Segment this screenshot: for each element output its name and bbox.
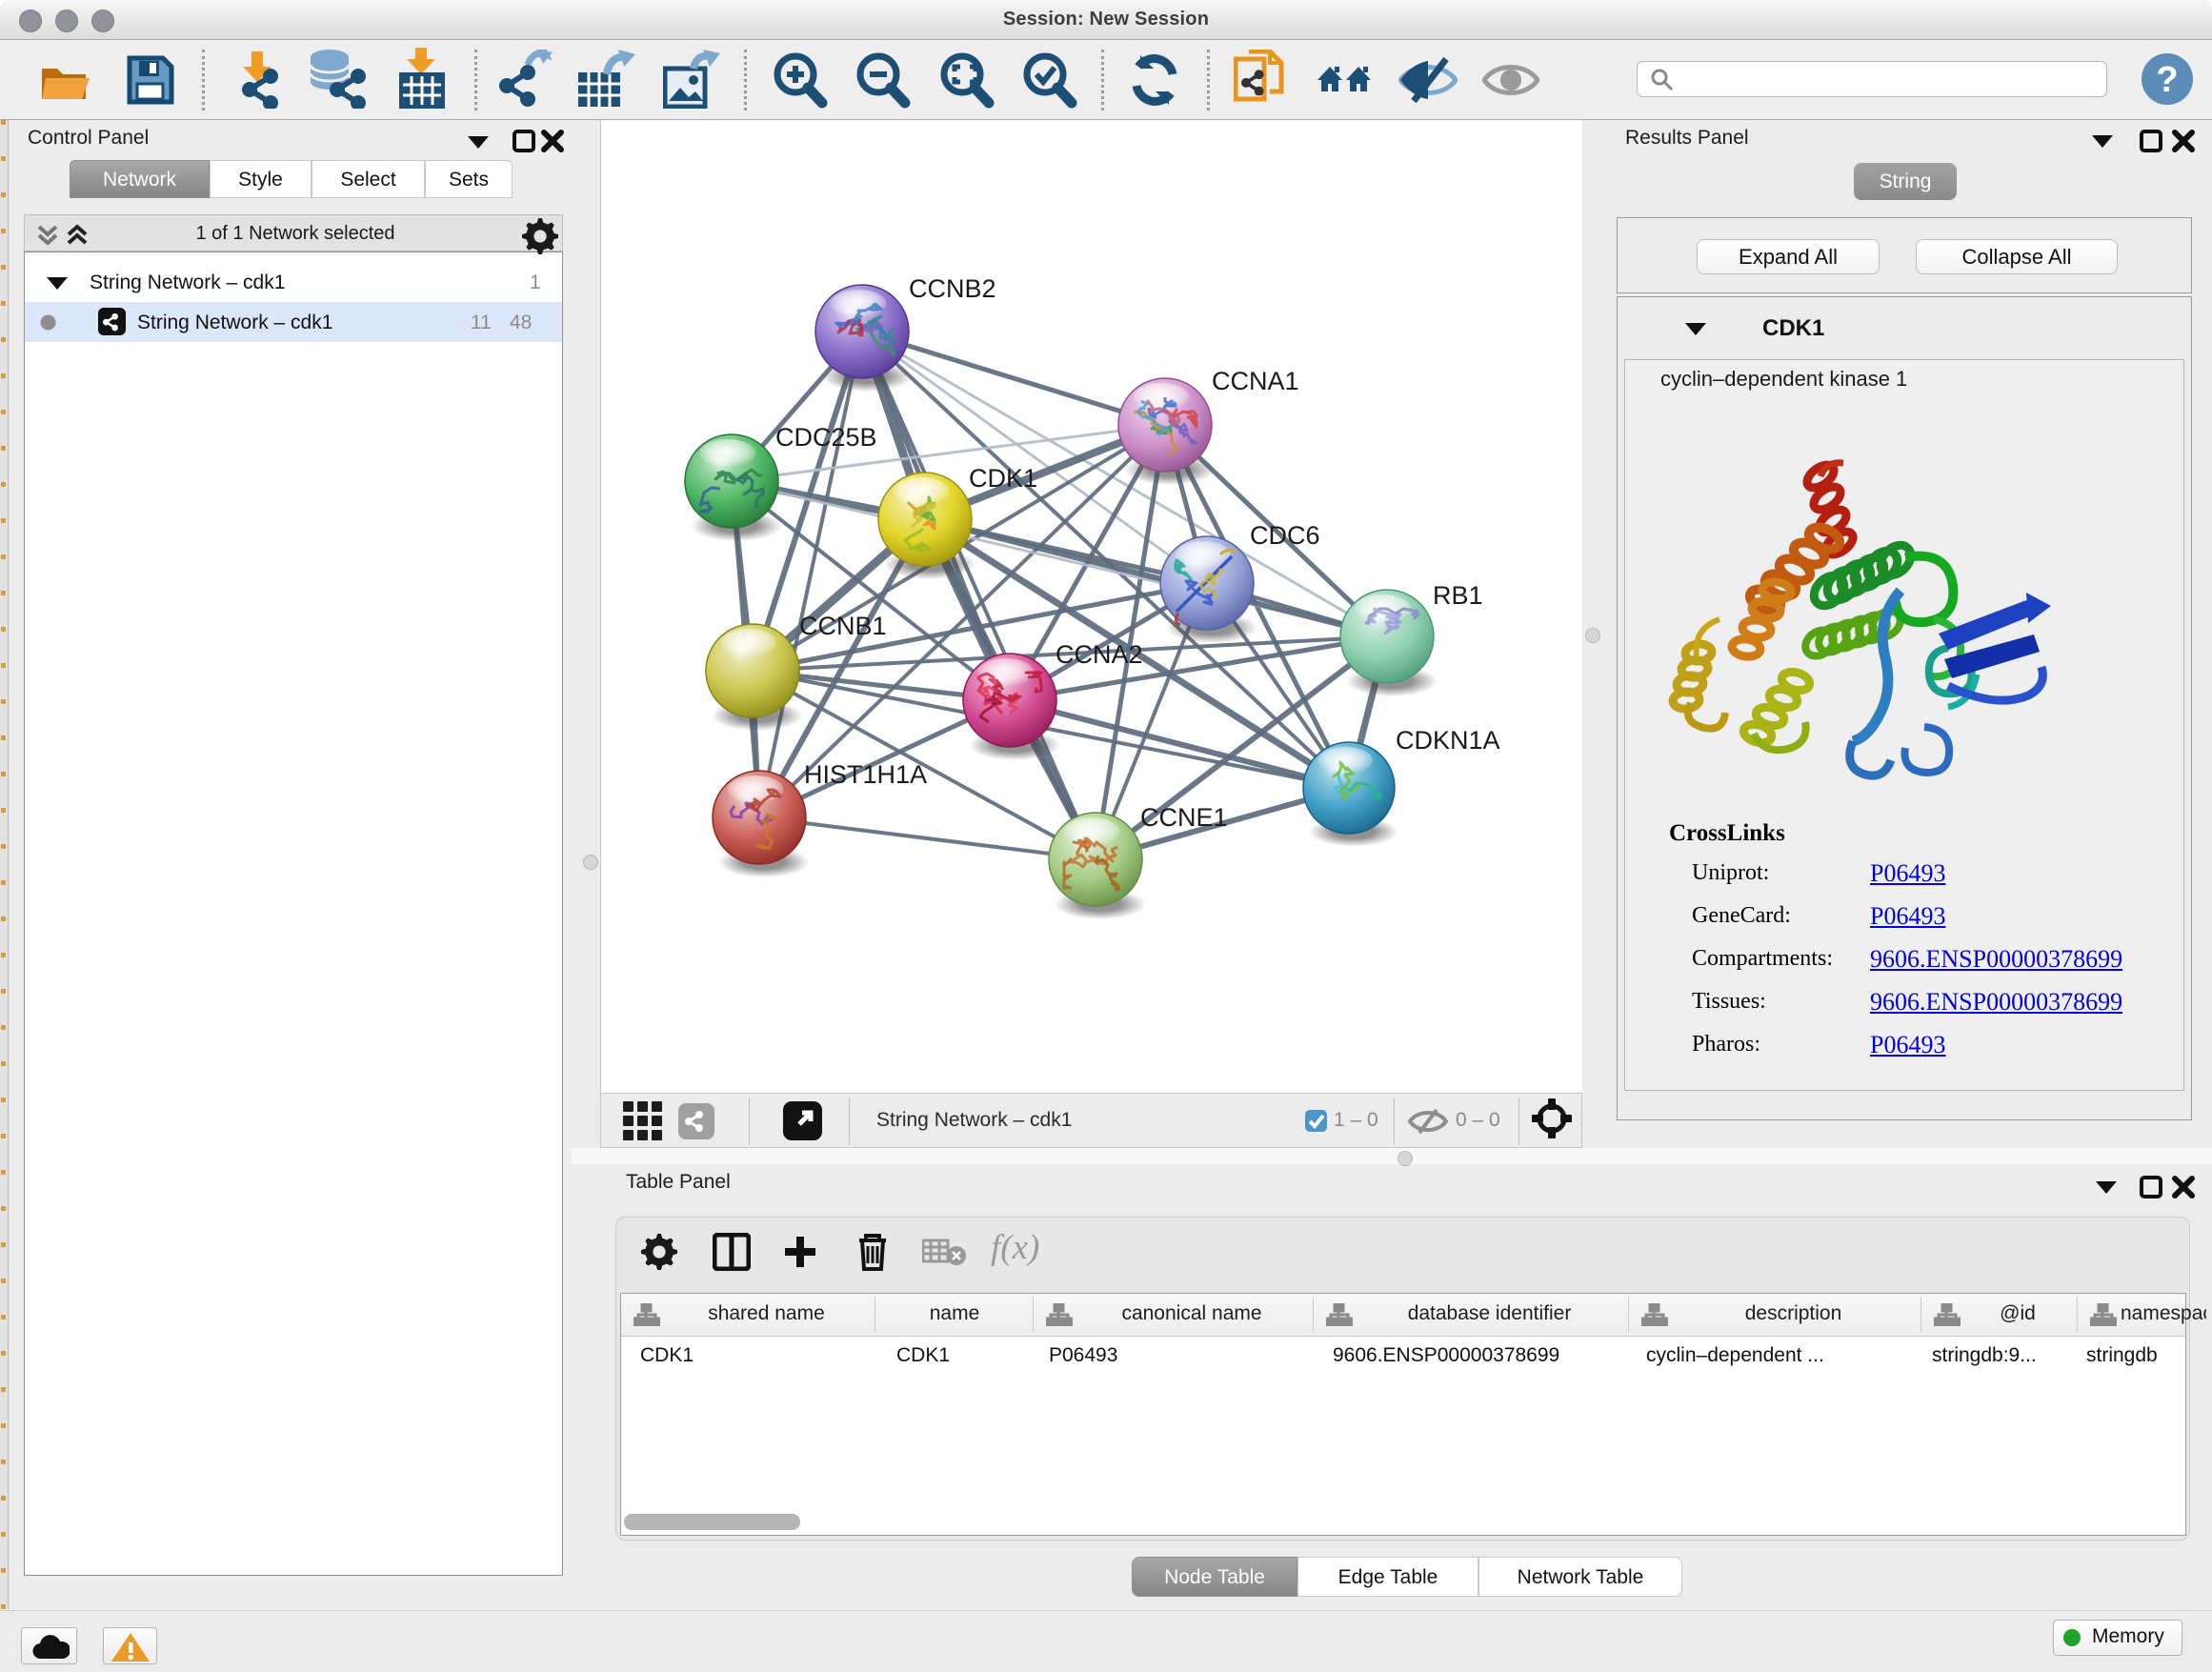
svg-text:CCNE1: CCNE1: [1140, 803, 1228, 832]
svg-text:HIST1H1A: HIST1H1A: [804, 760, 927, 789]
svg-text:CCNB1: CCNB1: [799, 612, 887, 640]
svg-text:CDKN1A: CDKN1A: [1396, 726, 1500, 755]
svg-text:CCNB2: CCNB2: [909, 274, 996, 303]
svg-text:CDC6: CDC6: [1250, 521, 1320, 550]
svg-text:CCNA2: CCNA2: [1056, 640, 1143, 669]
svg-text:?: ?: [2156, 60, 2178, 100]
svg-text:RB1: RB1: [1433, 581, 1483, 610]
svg-text:CCNA1: CCNA1: [1212, 367, 1299, 395]
svg-text:CDK1: CDK1: [969, 464, 1037, 493]
svg-text:CDC25B: CDC25B: [775, 423, 877, 452]
